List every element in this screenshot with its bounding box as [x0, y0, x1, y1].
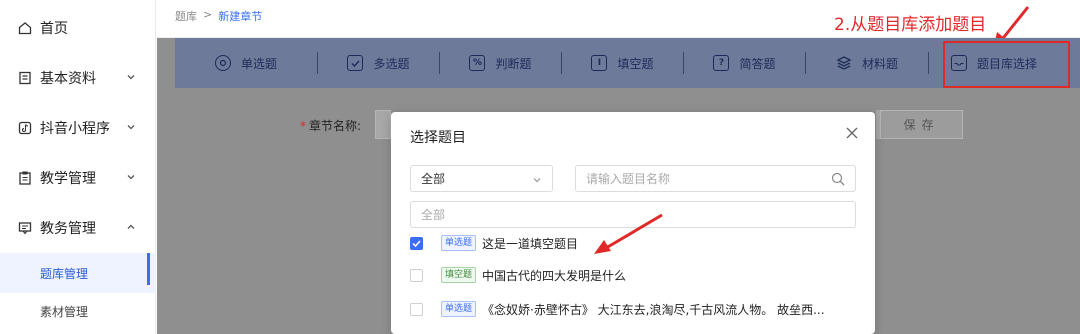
sidebar-subitem-label: 素材管理: [40, 304, 89, 319]
tool-label: 多选题: [373, 56, 410, 71]
question-row[interactable]: 填空题 中国古代的四大发明是什么: [410, 265, 856, 285]
select-value: 全部: [421, 172, 446, 186]
chevron-down-icon: [532, 175, 542, 185]
sidebar-item-teaching[interactable]: 教学管理: [0, 153, 156, 203]
checkbox[interactable]: [410, 268, 423, 282]
checkbox-icon: [347, 55, 364, 71]
save-button[interactable]: 保存: [880, 110, 963, 139]
annotation-highlight-box: [943, 41, 1070, 88]
tiktok-icon: [18, 121, 32, 135]
question-type-tag: 单选题: [441, 301, 477, 317]
tool-short-answer[interactable]: ? 简答题: [684, 38, 805, 88]
sidebar-item-label: 首页: [40, 21, 68, 37]
question-search-field[interactable]: [575, 165, 856, 192]
tool-label: 简答题: [739, 56, 776, 71]
sidebar-item-label: 教务管理: [40, 221, 96, 237]
tool-label: 填空题: [617, 56, 654, 71]
tool-multi-choice[interactable]: 多选题: [318, 38, 439, 88]
sidebar-item-label: 基本资料: [40, 71, 96, 87]
question-text: 《念奴娇·赤壁怀古》 大江东去,浪淘尽,千古风流人物。 故垒西...: [482, 302, 825, 317]
breadcrumb: 题库 > 新建章节: [175, 8, 262, 24]
tool-material[interactable]: 材料题: [806, 38, 928, 88]
sidebar-item-tiktok[interactable]: 抖音小程序: [0, 103, 156, 153]
checkbox[interactable]: [410, 236, 423, 250]
chevron-down-icon: [126, 122, 136, 132]
close-icon[interactable]: [845, 126, 859, 140]
tool-true-false[interactable]: % 判断题: [440, 38, 561, 88]
clipboard-icon: [18, 171, 32, 185]
question-text: 这是一道填空题目: [482, 236, 579, 251]
text-cursor-icon: I: [591, 55, 608, 71]
step2-annotation: 2.从题目库添加题目: [834, 15, 987, 35]
sidebar-item-basic-info[interactable]: 基本资料: [0, 53, 156, 103]
search-icon[interactable]: [831, 172, 845, 186]
sidebar-subitem-label: 题库管理: [40, 266, 89, 281]
chapter-name-label: * 章节名称:: [300, 117, 361, 134]
percent-icon: %: [469, 55, 486, 71]
sidebar-item-academic[interactable]: 教务管理: [0, 203, 156, 253]
layers-icon: [836, 55, 852, 71]
checkbox[interactable]: [410, 302, 423, 316]
sidebar-subitem-materials[interactable]: 素材管理: [0, 291, 156, 331]
tool-label: 材料题: [861, 56, 898, 71]
tool-fill-blank[interactable]: I 填空题: [562, 38, 683, 88]
breadcrumb-root[interactable]: 题库: [175, 8, 197, 24]
search-input[interactable]: [586, 171, 816, 186]
chevron-down-icon: [126, 72, 136, 82]
question-icon: ?: [713, 55, 730, 71]
sidebar-item-label: 教学管理: [40, 171, 96, 187]
sidebar-subitem-question-bank[interactable]: 题库管理: [0, 253, 156, 293]
radio-circle-icon: [214, 55, 231, 71]
doc-icon: [18, 71, 32, 85]
tool-single-choice[interactable]: 单选题: [175, 38, 317, 88]
chevron-down-icon: [126, 172, 136, 182]
question-type-tag: 单选题: [441, 235, 477, 251]
required-star: *: [300, 119, 306, 133]
sidebar-item-home[interactable]: 首页: [0, 3, 156, 53]
sidebar-item-label: 抖音小程序: [40, 121, 110, 137]
chevron-up-icon: [126, 222, 136, 232]
annotation-arrow-icon: [594, 213, 663, 254]
chapter-name-text: 章节名称:: [309, 119, 362, 133]
tool-label: 单选题: [240, 56, 277, 71]
modal-title: 选择题目: [410, 130, 466, 146]
tool-label: 判断题: [495, 56, 532, 71]
breadcrumb-separator: >: [203, 8, 213, 21]
chapter-name-input[interactable]: [375, 110, 391, 139]
message-icon: [18, 221, 32, 235]
breadcrumb-current: 新建章节: [218, 10, 263, 23]
question-row[interactable]: 单选题 《念奴娇·赤壁怀古》 大江东去,浪淘尽,千古风流人物。 故垒西...: [410, 299, 856, 319]
sidebar: 首页 基本资料 抖音小程序 教学管理 教务管理 题库管理 素材管理: [0, 0, 156, 334]
question-type-tag: 填空题: [441, 267, 477, 283]
question-text: 中国古代的四大发明是什么: [482, 268, 627, 283]
home-icon: [18, 21, 32, 35]
question-type-select[interactable]: 全部: [410, 165, 553, 192]
